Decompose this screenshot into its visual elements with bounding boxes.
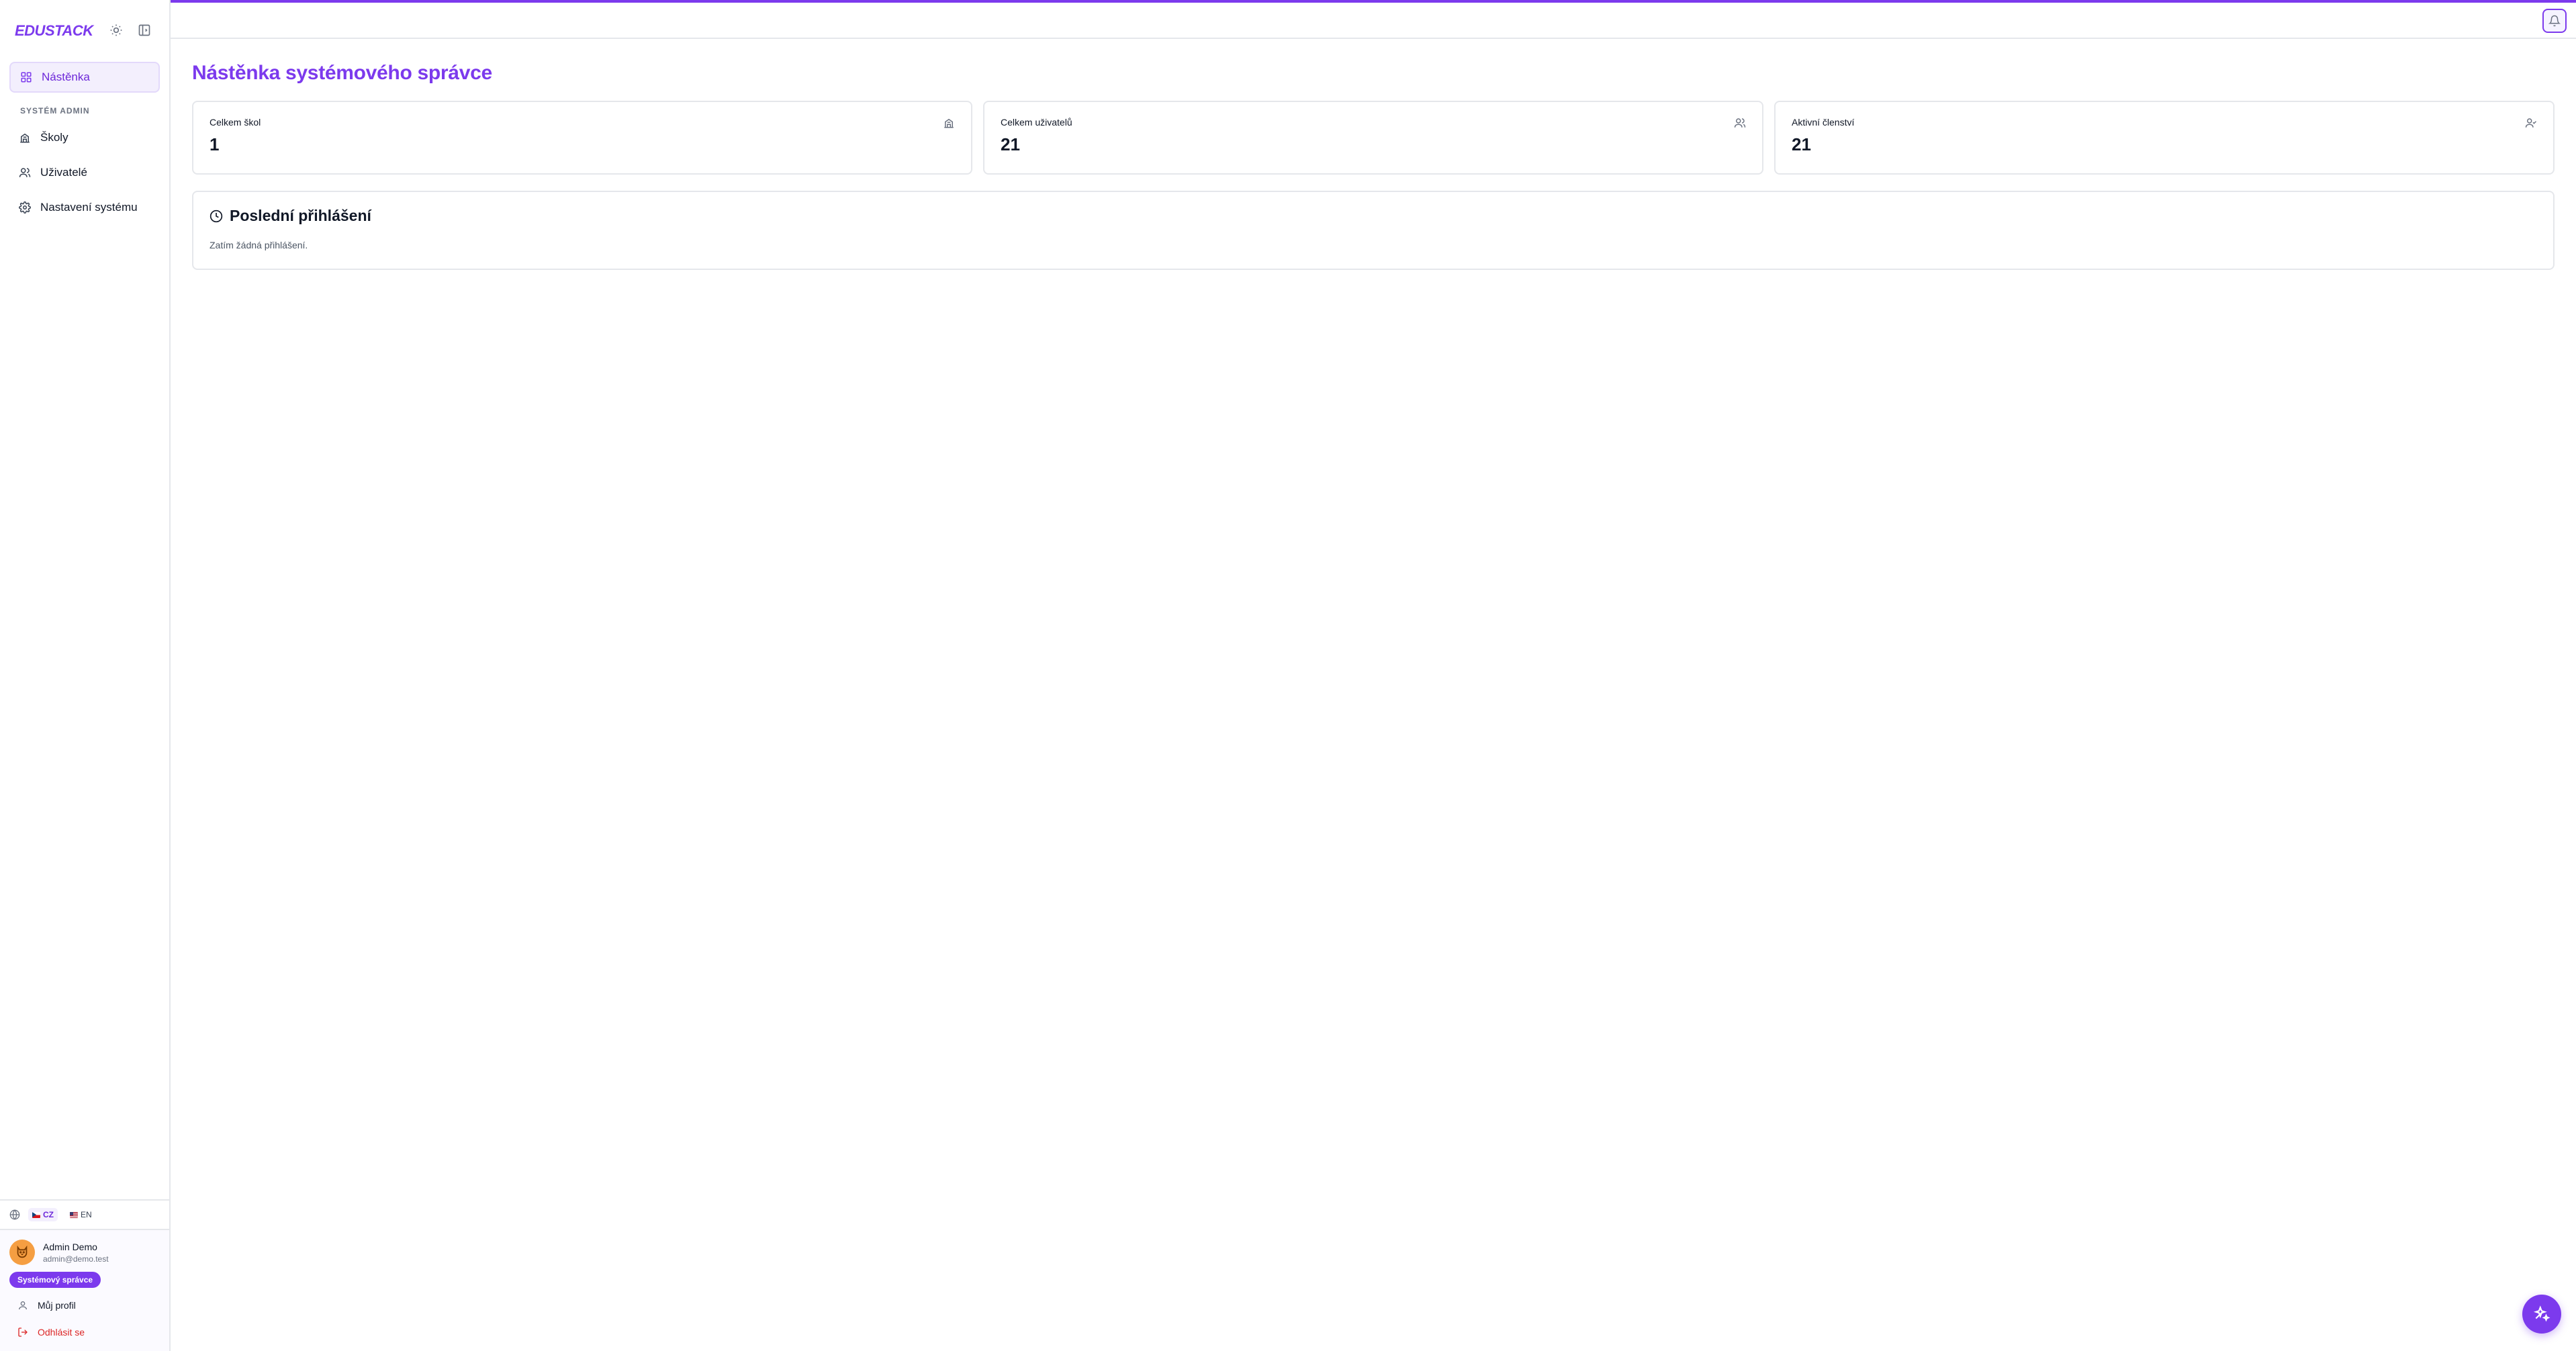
sidebar-item-label: Nástěnka: [42, 71, 90, 83]
stat-value: 21: [1792, 134, 1811, 154]
empty-state-text: Zatím žádná přihlášení.: [210, 240, 308, 250]
grid-icon: [21, 72, 32, 83]
sidebar-nav: Nástěnka SYSTÉM ADMIN Školy Uživatelé Na…: [0, 62, 169, 223]
globe-icon: [9, 1209, 20, 1220]
user-name: Admin Demo: [43, 1241, 97, 1252]
stats-row: Celkem škol 1 Celkem uživatelů 21 Aktivn…: [192, 101, 2555, 175]
top-bar: [171, 0, 2576, 39]
school-icon: [944, 118, 954, 128]
sidebar-item-label: Nastavení systému: [40, 201, 138, 214]
users-icon: [19, 168, 31, 177]
avatar: [9, 1240, 35, 1265]
recent-logins-panel: Poslední přihlášení Zatím žádná přihláše…: [192, 191, 2555, 270]
page-content: Nástěnka systémového správce Celkem škol…: [171, 39, 2576, 270]
stat-value: 21: [1001, 134, 1020, 154]
sidebar-item-system-settings[interactable]: Nastavení systému: [9, 192, 160, 223]
stat-card-schools: Celkem škol 1: [192, 101, 972, 175]
stat-card-users: Celkem uživatelů 21: [983, 101, 1763, 175]
role-badge: Systémový správce: [9, 1272, 101, 1288]
language-switcher: CZ EN: [0, 1199, 169, 1229]
my-profile-link[interactable]: Můj profil: [9, 1292, 160, 1319]
logout-icon: [18, 1327, 28, 1337]
panel-toggle-icon[interactable]: [137, 23, 152, 38]
sidebar: EDUSTACK Nástěnka SYSTÉM ADMIN Školy Uži…: [0, 0, 171, 1351]
language-code: EN: [81, 1210, 92, 1219]
sidebar-item-dashboard[interactable]: Nástěnka: [9, 62, 160, 93]
gear-icon: [19, 201, 31, 214]
czech-flag-icon: [32, 1211, 40, 1218]
logout-link[interactable]: Odhlásit se: [9, 1319, 160, 1346]
user-panel: Admin Demo admin@demo.test Systémový spr…: [0, 1229, 169, 1351]
user-icon: [19, 1301, 27, 1310]
cat-face-icon: [17, 1245, 28, 1258]
sidebar-section-label: SYSTÉM ADMIN: [20, 106, 90, 115]
page-title: Nástěnka systémového správce: [192, 62, 492, 84]
language-option-en[interactable]: EN: [66, 1208, 96, 1221]
brand-logo[interactable]: EDUSTACK: [15, 22, 93, 40]
sidebar-footer: CZ EN Admin Demo admin@demo.test Systémo…: [0, 1199, 169, 1351]
sparkles-icon: [2533, 1305, 2550, 1322]
clock-icon: [210, 209, 223, 222]
main-area: Nástěnka systémového správce Celkem škol…: [171, 0, 2576, 1351]
logout-label: Odhlásit se: [38, 1327, 85, 1338]
us-flag-icon: [70, 1211, 78, 1218]
sun-icon[interactable]: [109, 23, 124, 38]
stat-label: Celkem škol: [210, 117, 261, 128]
my-profile-label: Můj profil: [38, 1300, 76, 1311]
user-check-icon: [2525, 118, 2537, 128]
app-root: EDUSTACK Nástěnka SYSTÉM ADMIN Školy Uži…: [0, 0, 2576, 1351]
stat-label: Aktivní členství: [1792, 117, 1855, 128]
school-icon: [20, 133, 30, 143]
language-option-cz[interactable]: CZ: [28, 1208, 58, 1221]
stat-label: Celkem uživatelů: [1001, 117, 1072, 128]
user-email: admin@demo.test: [43, 1254, 109, 1264]
language-code: CZ: [43, 1210, 54, 1219]
sidebar-item-label: Školy: [40, 131, 68, 144]
notifications-button[interactable]: [2542, 9, 2567, 33]
sidebar-item-schools[interactable]: Školy: [9, 122, 160, 153]
panel-title: Poslední přihlášení: [230, 207, 371, 224]
sidebar-item-label: Uživatelé: [40, 166, 87, 179]
users-icon: [1734, 118, 1746, 128]
bell-icon: [2548, 15, 2561, 27]
stat-value: 1: [210, 134, 220, 154]
ai-assistant-button[interactable]: [2522, 1295, 2561, 1334]
stat-card-memberships: Aktivní členství 21: [1774, 101, 2555, 175]
sidebar-header: EDUSTACK: [0, 0, 169, 62]
sidebar-item-users[interactable]: Uživatelé: [9, 157, 160, 188]
